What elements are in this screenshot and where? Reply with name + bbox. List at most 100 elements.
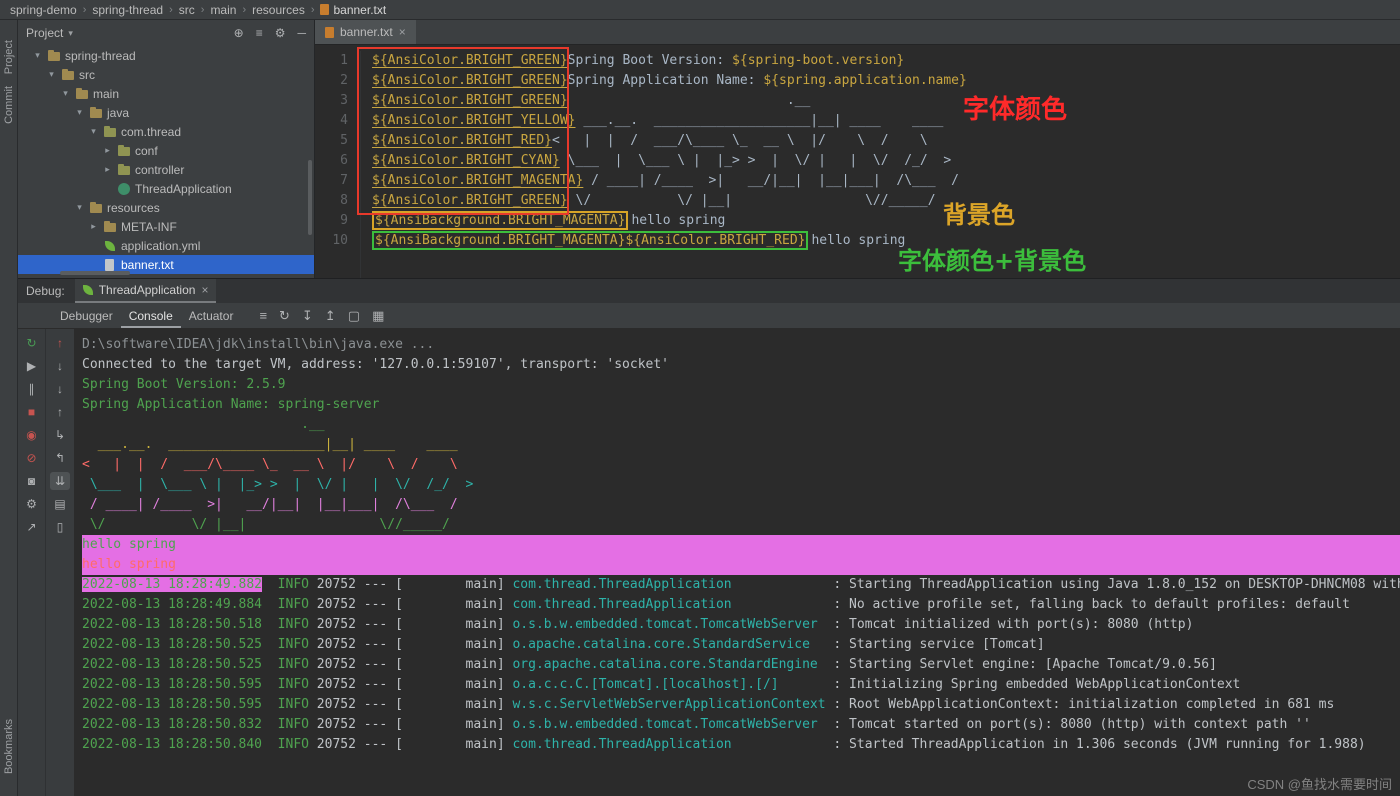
- chevron-right-icon[interactable]: ▸: [102, 164, 113, 175]
- tree-horizontal-scrollbar[interactable]: [60, 271, 130, 275]
- code-text: / ____| /____ >| __/|__| |__|___| /\___ …: [583, 173, 959, 188]
- tab-console[interactable]: Console: [121, 306, 181, 328]
- tree-item-main[interactable]: ▾ main: [18, 84, 314, 103]
- editor-tab-banner-txt[interactable]: banner.txt ×: [315, 20, 416, 44]
- view-breakpoints-icon[interactable]: ◉: [22, 426, 42, 444]
- top-section: Project ▾ ⊕≡⚙─ ▾spring-thread▾src▾main▾j…: [18, 20, 1400, 278]
- log-thread: main]: [403, 737, 513, 752]
- log-logger: com.thread.ThreadApplication: [512, 737, 825, 752]
- tree-item-controller[interactable]: ▸controller: [18, 160, 314, 179]
- tree-item-com-thread[interactable]: ▾com.thread: [18, 122, 314, 141]
- annotation-font-color: 字体颜色: [963, 89, 1067, 126]
- log-message: : Root WebApplicationContext: initializa…: [826, 697, 1335, 712]
- scroll-to-end-icon[interactable]: ⇊: [50, 472, 70, 490]
- settings-icon[interactable]: ⚙: [275, 26, 286, 40]
- hide-icon[interactable]: ─: [297, 26, 306, 40]
- breadcrumb-label: resources: [252, 3, 305, 17]
- step-out-icon[interactable]: ↑: [50, 403, 70, 421]
- breadcrumb-item[interactable]: resources: [250, 3, 307, 17]
- breadcrumb-item[interactable]: main: [208, 3, 238, 17]
- restore-layout-icon[interactable]: ↻: [279, 308, 290, 324]
- split-icon[interactable]: ▦: [372, 308, 384, 324]
- stripe-bottom: Bookmarks: [3, 707, 15, 786]
- stripe-button-commit[interactable]: Commit: [3, 86, 15, 124]
- log-level: INFO: [278, 697, 309, 712]
- editor-body[interactable]: 12345678910 ${AnsiColor.BRIGHT_GREEN}Spr…: [315, 45, 1400, 278]
- show-execution-point-icon[interactable]: ↑: [50, 334, 70, 352]
- chevron-down-icon[interactable]: ▾: [60, 88, 71, 99]
- folder-icon: [89, 202, 103, 214]
- drop-frame-icon[interactable]: ↰: [50, 449, 70, 467]
- tree-item-threadapplication[interactable]: ThreadApplication: [18, 179, 314, 198]
- chevron-down-icon[interactable]: ▾: [88, 126, 99, 137]
- ansi-token: ${AnsiColor.BRIGHT_RED}: [372, 133, 552, 148]
- locate-icon[interactable]: ⊕: [234, 26, 244, 40]
- log-row: 2022-08-13 18:28:50.525 INFO 20752 --- […: [82, 655, 1400, 675]
- tree-item-application-yml[interactable]: application.yml: [18, 236, 314, 255]
- project-panel-icons: ⊕ ≡ ⚙ ─: [234, 26, 306, 40]
- ansi-token: ${AnsiColor.BRIGHT_GREEN}: [372, 193, 568, 208]
- chevron-right-icon[interactable]: ▸: [88, 221, 99, 232]
- debug-settings-icon[interactable]: ⚙: [22, 495, 42, 513]
- chevron-down-icon[interactable]: ▾: [46, 69, 57, 80]
- breadcrumb-item[interactable]: spring-demo: [8, 3, 79, 17]
- thread-dump-icon[interactable]: ◙: [22, 472, 42, 490]
- tree-item-label: application.yml: [121, 239, 200, 253]
- chevron-down-icon[interactable]: ▾: [74, 107, 85, 118]
- layout-settings-icon[interactable]: ≡: [259, 308, 267, 324]
- rerun-icon[interactable]: ↻: [22, 334, 42, 352]
- breadcrumb-item[interactable]: src: [177, 3, 197, 17]
- step-into-icon[interactable]: ↓: [50, 380, 70, 398]
- ansi-token: ${AnsiColor.BRIGHT_MAGENTA}: [372, 173, 583, 188]
- line-number: 1: [315, 51, 348, 71]
- stop-icon[interactable]: ■: [22, 403, 42, 421]
- tree-item-label: main: [93, 87, 119, 101]
- chevron-down-icon[interactable]: ▾: [68, 28, 73, 39]
- chevron-right-icon[interactable]: ▸: [102, 145, 113, 156]
- stripe-button-bookmarks[interactable]: Bookmarks: [3, 719, 15, 774]
- editor-tab-label: banner.txt: [340, 25, 393, 39]
- step-over-icon[interactable]: ↓: [50, 357, 70, 375]
- clear-icon[interactable]: ▯: [50, 518, 70, 536]
- stripe-button-project[interactable]: Project: [3, 40, 15, 74]
- chevron-down-icon[interactable]: ▾: [32, 50, 43, 61]
- tree-item-spring-thread[interactable]: ▾spring-thread: [18, 46, 314, 65]
- close-icon[interactable]: ×: [399, 25, 406, 39]
- mute-breakpoints-icon[interactable]: ⊘: [22, 449, 42, 467]
- resume-icon[interactable]: ▶: [22, 357, 42, 375]
- folder-icon: [89, 107, 103, 119]
- log-gap: [262, 737, 278, 752]
- scroll-up-icon[interactable]: ↥: [325, 308, 336, 324]
- console-text: \/ \/ |__| \//_____/: [82, 517, 450, 532]
- close-icon[interactable]: ×: [201, 283, 208, 297]
- print-icon[interactable]: ▤: [50, 495, 70, 513]
- tree-vertical-scrollbar[interactable]: [308, 160, 312, 235]
- line-number: 4: [315, 111, 348, 131]
- chevron-down-icon[interactable]: ▾: [74, 202, 85, 213]
- pin-icon[interactable]: ↗: [22, 518, 42, 536]
- breadcrumb-item[interactable]: spring-thread: [90, 3, 165, 17]
- debug-toolbar-icons: ≡ ↻ ↧ ↥ ▢ ▦: [259, 308, 384, 324]
- console-line: Spring Boot Version: 2.5.9: [82, 375, 1400, 395]
- scroll-down-icon[interactable]: ↧: [302, 308, 313, 324]
- tree-item-src[interactable]: ▾src: [18, 65, 314, 84]
- tree-item-conf[interactable]: ▸conf: [18, 141, 314, 160]
- collapse-all-icon[interactable]: ≡: [256, 26, 263, 40]
- editor-code[interactable]: ${AnsiColor.BRIGHT_GREEN}Spring Boot Ver…: [361, 51, 967, 278]
- run-to-cursor-icon[interactable]: ↳: [50, 426, 70, 444]
- pause-icon[interactable]: ∥: [22, 380, 42, 398]
- debug-session-tab[interactable]: ThreadApplication ×: [75, 279, 217, 303]
- breadcrumb-item[interactable]: banner.txt: [318, 3, 388, 17]
- editor-line: ${AnsiBackground.BRIGHT_MAGENTA}hello sp…: [372, 211, 967, 231]
- editor-tab-bar: banner.txt ×: [315, 20, 1400, 45]
- log-message: : Starting Servlet engine: [Apache Tomca…: [826, 657, 1217, 672]
- tree-item-meta-inf[interactable]: ▸META-INF: [18, 217, 314, 236]
- log-logger: o.a.c.c.C.[Tomcat].[localhost].[/]: [512, 677, 825, 692]
- tree-item-java[interactable]: ▾java: [18, 103, 314, 122]
- console-output[interactable]: D:\software\IDEA\jdk\install\bin\java.ex…: [74, 329, 1400, 796]
- tab-actuator[interactable]: Actuator: [181, 306, 242, 326]
- tab-debugger[interactable]: Debugger: [52, 306, 121, 326]
- soft-wrap-icon[interactable]: ▢: [348, 308, 360, 324]
- tree-item-resources[interactable]: ▾resources: [18, 198, 314, 217]
- folder-icon: [47, 50, 61, 62]
